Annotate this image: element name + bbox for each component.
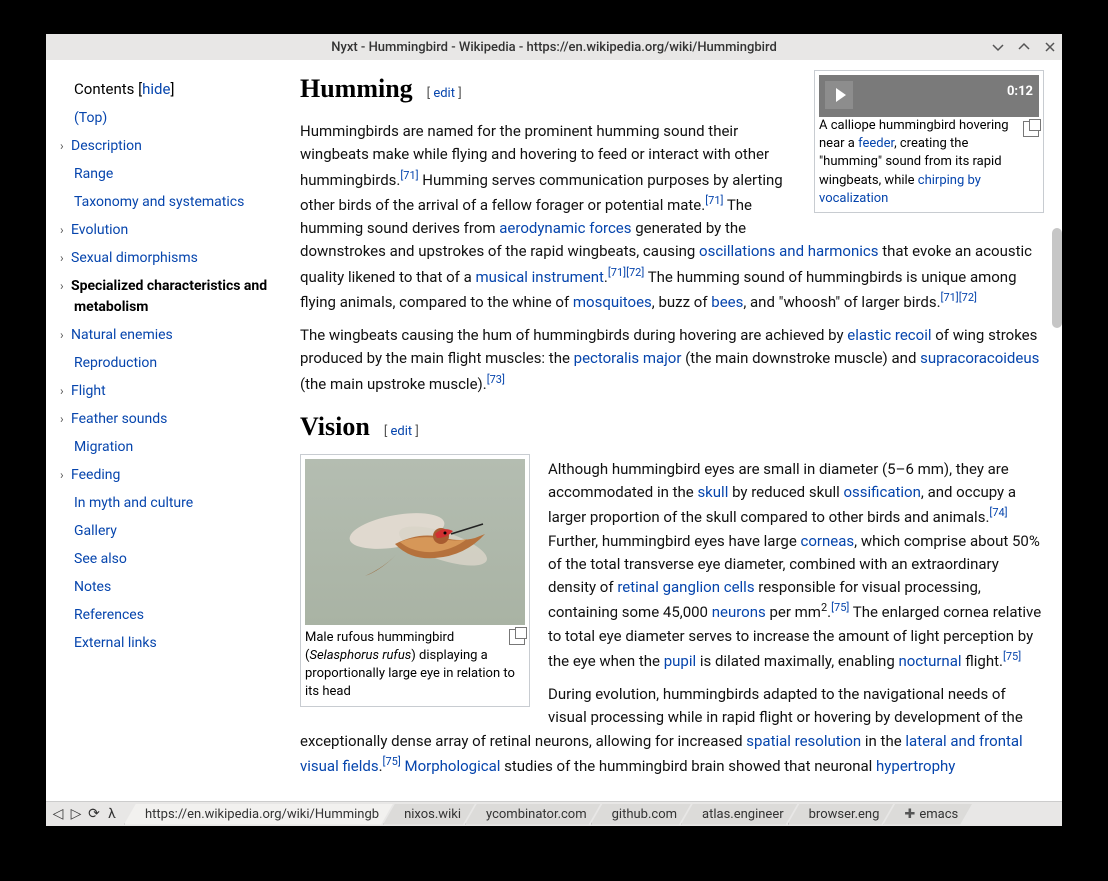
toc-item[interactable]: ›Description [74,136,270,157]
figure-caption: Male rufous hummingbird (Selasphorus ruf… [305,629,525,702]
tab[interactable]: ycombinator.com [465,804,601,825]
toc-link[interactable]: Notes [74,579,111,595]
section-heading-humming: Humming [300,74,413,104]
edit-link[interactable]: edit [433,86,455,101]
toc-item[interactable]: ›Flight [74,381,270,402]
toc-link[interactable]: External links [74,635,157,651]
toc-item[interactable]: External links [74,633,270,654]
toc-link[interactable]: Reproduction [74,355,157,371]
tab[interactable]: nixos.wiki [383,804,475,825]
enlarge-icon[interactable] [509,629,525,645]
toc-item[interactable]: References [74,605,270,626]
toc-item[interactable]: (Top) [74,108,270,129]
toc-link[interactable]: Migration [74,439,133,455]
enlarge-icon[interactable] [1023,121,1039,137]
toc-link[interactable]: Taxonomy and systematics [74,194,244,210]
toc-item[interactable]: ›Natural enemies [74,325,270,346]
toc-link[interactable]: See also [74,551,127,567]
chevron-right-icon[interactable]: › [60,410,71,428]
star-icon: ✚ [904,807,915,822]
window-title: Nyxt - Hummingbird - Wikipedia - https:/… [331,40,777,55]
tab-label: github.com [612,807,677,822]
status-bar: ◁ ▷ ⟳ λ https://en.wikipedia.org/wiki/Hu… [46,801,1062,826]
toc-item[interactable]: In myth and culture [74,493,270,514]
toc-item[interactable]: ›Feather sounds [74,409,270,430]
section-heading-vision: Vision [300,412,370,442]
toc-link[interactable]: In myth and culture [74,495,193,511]
tab-label: ycombinator.com [486,807,587,822]
toc-toggle[interactable]: hide [142,80,170,98]
toc-link[interactable]: Range [74,166,113,182]
toc-item[interactable]: Gallery [74,521,270,542]
toc-item[interactable]: ›Sexual dimorphisms [74,248,270,269]
chevron-right-icon[interactable]: › [60,221,71,239]
toc-link[interactable]: Feather sounds [71,411,167,427]
figure-image[interactable] [305,459,525,625]
video-caption: A calliope hummingbird hovering near a f… [819,117,1039,208]
toc-heading: Contents [74,80,134,98]
tab[interactable]: github.com [591,804,691,825]
chevron-right-icon[interactable]: › [60,137,71,155]
tab-label: nixos.wiki [404,807,461,822]
back-button[interactable]: ◁ [50,804,66,824]
video-thumbnail[interactable]: 0:12 [819,75,1039,117]
toc-link[interactable]: Feeding [71,467,120,483]
hummingbird-illustration [325,476,505,596]
tab-label: atlas.engineer [702,807,784,822]
tab[interactable]: browser.eng [788,804,894,825]
tab[interactable]: ✚ emacs [883,804,972,825]
toc-link[interactable]: Evolution [71,222,128,238]
maximize-button[interactable] [1016,39,1032,55]
tab-label: emacs [919,807,958,822]
reload-button[interactable]: ⟳ [86,804,102,824]
toc-link[interactable]: Gallery [74,523,117,539]
scrollbar-thumb[interactable] [1052,228,1062,328]
forward-button[interactable]: ▷ [68,804,84,824]
toc-link[interactable]: Specialized characteristics and metaboli… [71,278,267,315]
chevron-right-icon[interactable]: › [60,466,71,484]
edit-link[interactable]: edit [390,424,412,439]
toc-item[interactable]: Notes [74,577,270,598]
play-icon[interactable] [825,81,853,109]
toc-link[interactable]: Flight [71,383,106,399]
tab[interactable]: atlas.engineer [681,804,798,825]
toc-item[interactable]: ›Feeding [74,465,270,486]
video-duration: 0:12 [1007,83,1033,101]
toc-link[interactable]: Description [71,138,142,154]
tab-label: browser.eng [809,807,880,822]
figure-box: Male rufous hummingbird (Selasphorus ruf… [300,454,530,707]
chevron-right-icon[interactable]: › [60,326,71,344]
toc-item[interactable]: ›Evolution [74,220,270,241]
toc-link[interactable]: (Top) [74,110,107,126]
chevron-right-icon[interactable]: › [60,382,71,400]
tab[interactable]: https://en.wikipedia.org/wiki/Hummingb [124,804,393,825]
toc-link[interactable]: References [74,607,144,623]
table-of-contents: Contents [hide] (Top)›DescriptionRangeTa… [46,60,284,801]
paragraph: The wingbeats causing the hum of humming… [300,324,1044,396]
tab-label: https://en.wikipedia.org/wiki/Hummingb [145,807,379,822]
toc-item[interactable]: Reproduction [74,353,270,374]
close-button[interactable] [1042,39,1058,55]
toc-item[interactable]: See also [74,549,270,570]
minimize-button[interactable] [990,39,1006,55]
toc-item[interactable]: Range [74,164,270,185]
toc-link[interactable]: Sexual dimorphisms [71,250,198,266]
lambda-button[interactable]: λ [104,804,120,824]
title-bar: Nyxt - Hummingbird - Wikipedia - https:/… [46,34,1062,60]
chevron-right-icon[interactable]: › [60,277,71,295]
toc-item[interactable]: Taxonomy and systematics [74,192,270,213]
article-body: Humming [ edit ] 0:12 A calliope humming… [284,60,1062,801]
chevron-right-icon[interactable]: › [60,249,71,267]
toc-item[interactable]: ›Specialized characteristics and metabol… [74,276,270,318]
toc-item[interactable]: Migration [74,437,270,458]
browser-window: Nyxt - Hummingbird - Wikipedia - https:/… [46,34,1062,826]
video-thumbnail-box: 0:12 A calliope hummingbird hovering nea… [814,70,1044,213]
toc-link[interactable]: Natural enemies [71,327,173,343]
